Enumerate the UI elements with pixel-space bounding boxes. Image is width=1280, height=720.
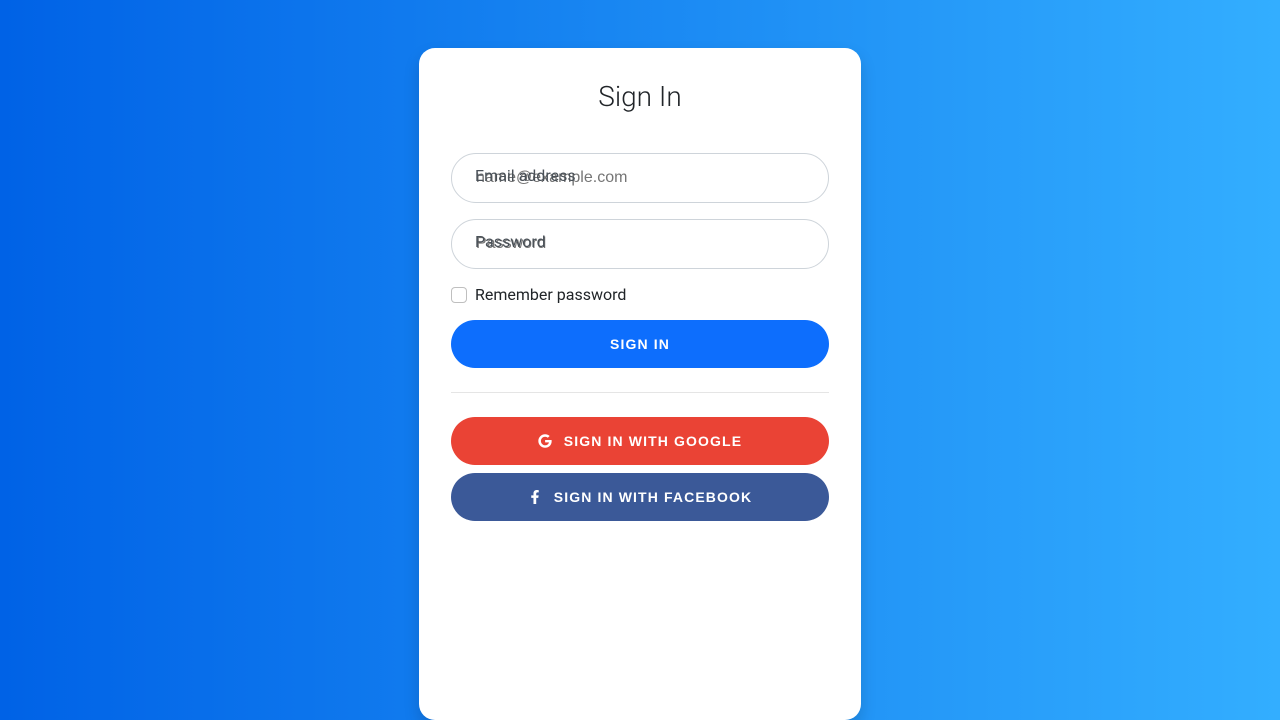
remember-check: Remember password	[451, 285, 829, 304]
remember-label[interactable]: Remember password	[475, 285, 626, 304]
google-icon	[538, 434, 552, 448]
email-input[interactable]	[451, 153, 829, 203]
google-button-label: Sign in with Google	[564, 433, 742, 449]
submit-wrapper: Sign in	[451, 320, 829, 368]
signin-form: Email address Password Remember password…	[451, 153, 829, 521]
signin-button-label: Sign in	[610, 336, 670, 352]
google-signin-button[interactable]: Sign in with Google	[451, 417, 829, 465]
signin-button[interactable]: Sign in	[451, 320, 829, 368]
remember-checkbox[interactable]	[451, 287, 467, 303]
divider	[451, 392, 829, 393]
signin-card: Sign In Email address Password Remember …	[419, 48, 861, 720]
card-title: Sign In	[451, 80, 829, 113]
email-field-wrapper: Email address	[451, 153, 829, 203]
password-input[interactable]	[451, 219, 829, 269]
password-field-wrapper: Password	[451, 219, 829, 269]
facebook-signin-button[interactable]: Sign in with Facebook	[451, 473, 829, 521]
facebook-icon	[528, 490, 542, 504]
facebook-wrapper: Sign in with Facebook	[451, 473, 829, 521]
google-wrapper: Sign in with Google	[451, 417, 829, 465]
facebook-button-label: Sign in with Facebook	[554, 489, 753, 505]
